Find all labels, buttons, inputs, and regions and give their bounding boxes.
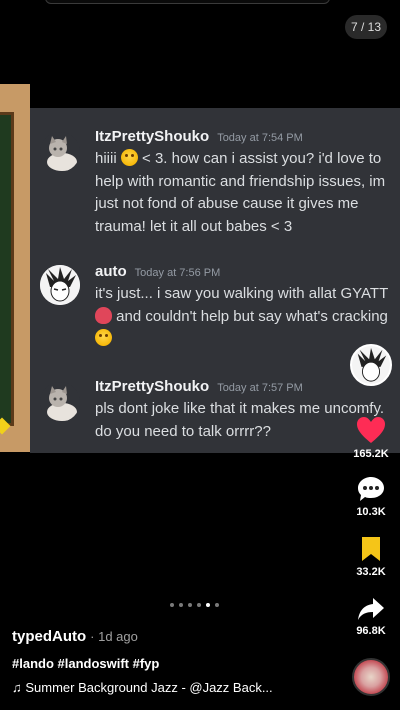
carousel-dot[interactable] [170,603,174,607]
avatar [40,132,80,172]
grin-emoji-icon [95,329,112,346]
share-button[interactable]: 96.8K [346,597,396,637]
comment-count: 10.3K [356,506,386,518]
carousel-dot[interactable] [179,603,183,607]
avatar [40,382,80,422]
share-count: 96.8K [356,625,386,637]
timestamp: Today at 7:57 PM [217,382,303,394]
broken-heart-emoji-icon [95,306,112,324]
timestamp: Today at 7:54 PM [217,132,303,144]
carousel-dots [170,603,219,607]
author-name[interactable]: typedAuto [12,628,86,645]
save-count: 33.2K [356,566,386,578]
music-note-icon: ♫ [12,680,22,695]
smile-emoji-icon [120,149,138,166]
carousel-dot[interactable] [215,603,219,607]
hashtags[interactable]: #lando #landoswift #fyp [12,656,159,671]
like-count: 165.2K [353,448,389,460]
previous-slide-image [0,84,30,452]
share-arrow-icon [358,598,384,620]
message-text: it's just... i saw you walking with alla… [95,283,400,351]
page-counter: 7 / 13 [345,15,387,39]
username[interactable]: ItzPrettyShouko [95,128,209,145]
bookmark-icon [362,537,380,561]
comment-icon [358,477,384,501]
post-age: · 1d ago [90,629,138,644]
message-text: hiiii < 3. how can i assist you? i'd lov… [95,149,386,235]
music-label[interactable]: ♫ Summer Background Jazz - @Jazz Back... [12,680,273,695]
carousel-dot[interactable] [197,603,201,607]
post-caption: typedAuto · 1d ago #lando #landoswift #fy… [12,628,273,695]
music-title: Summer Background Jazz - @Jazz Back... [25,680,273,695]
username[interactable]: ItzPrettyShouko [95,378,209,395]
comment-button[interactable]: 10.3K [346,476,396,518]
like-button[interactable]: 165.2K [346,416,396,460]
save-button[interactable]: 33.2K [346,536,396,578]
timestamp: Today at 7:56 PM [134,267,221,279]
music-disc-icon[interactable] [352,658,390,696]
carousel-dot[interactable] [188,603,192,607]
avatar [40,265,80,305]
search-bar[interactable] [45,0,330,4]
creator-avatar[interactable] [350,344,392,386]
heart-icon [357,417,385,443]
carousel-dot-active[interactable] [206,603,210,607]
chat-screenshot: ItzPrettyShouko Today at 7:54 PM hiiii < … [30,108,400,453]
username[interactable]: auto [95,263,127,280]
